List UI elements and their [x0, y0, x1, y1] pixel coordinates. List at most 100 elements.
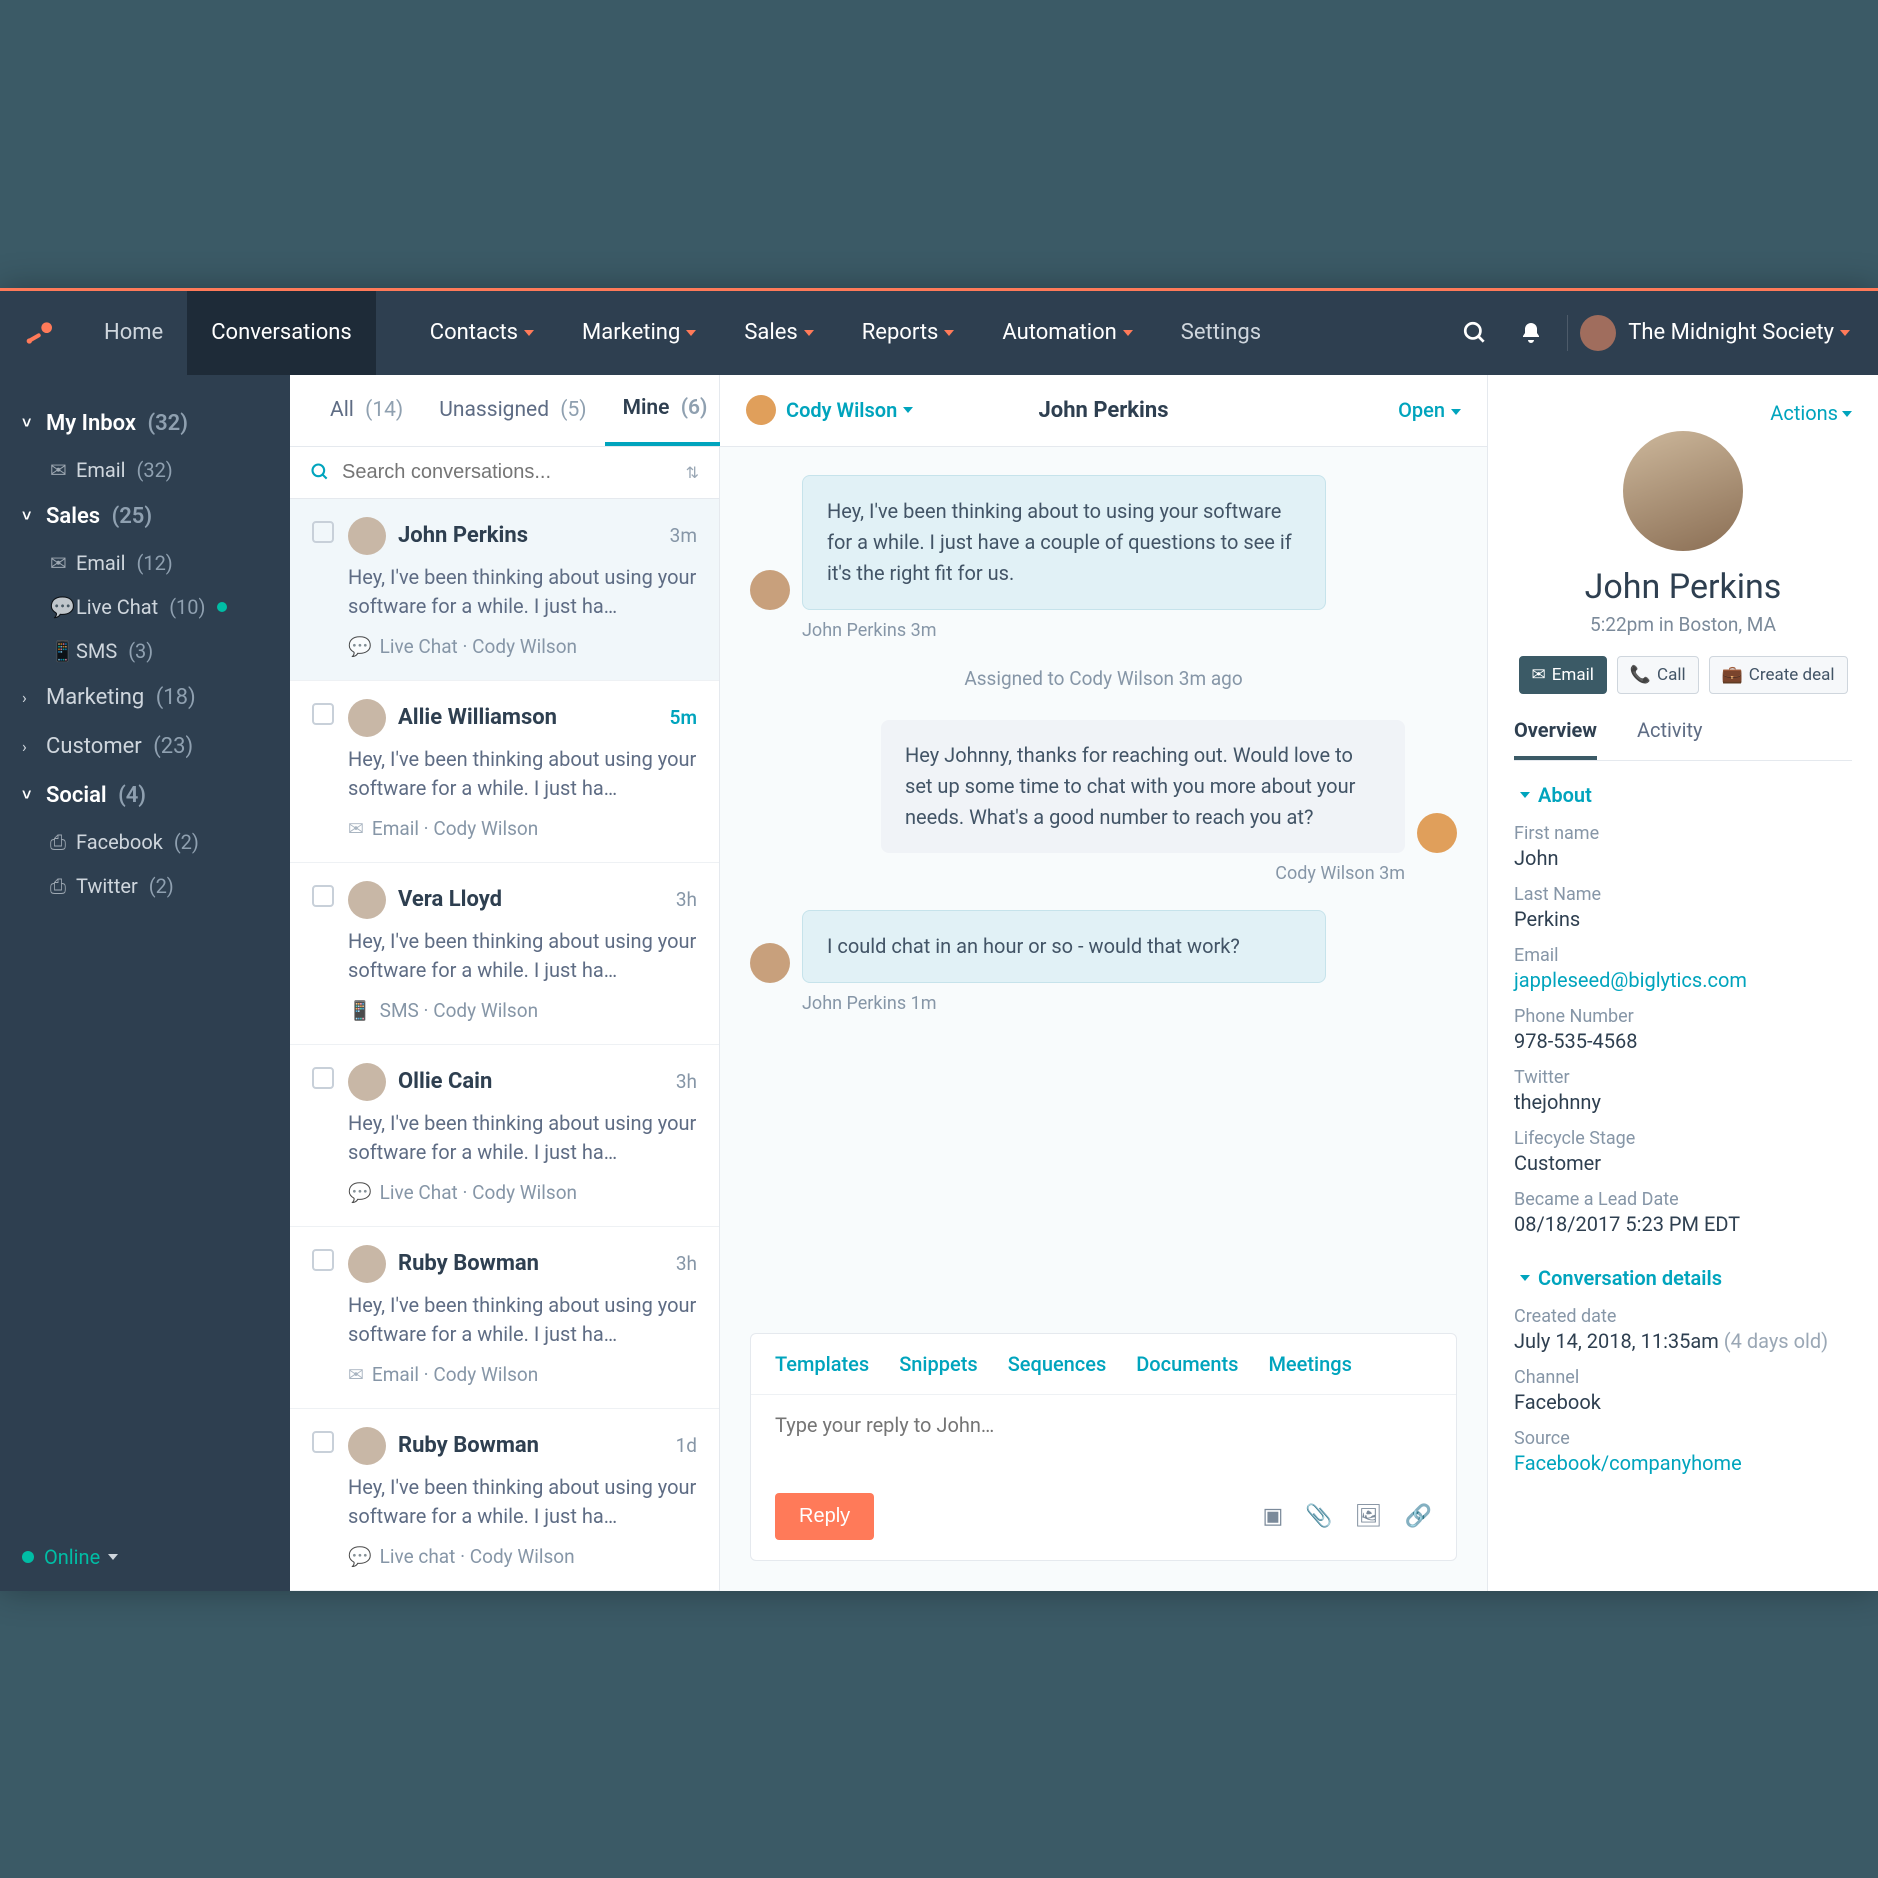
conversation-item[interactable]: Ruby Bowman 1d Hey, I've been thinking a… — [290, 1409, 719, 1591]
reply-button[interactable]: Reply — [775, 1493, 874, 1540]
call-button[interactable]: 📞Call — [1617, 656, 1699, 694]
profile-tab-activity[interactable]: Activity — [1637, 718, 1702, 760]
avatar — [1623, 431, 1743, 551]
nav-conversations[interactable]: Conversations — [187, 291, 376, 375]
sidebar-group[interactable]: ˅Sales (25) — [0, 492, 290, 541]
status-label: Online — [44, 1545, 100, 1569]
field-label: Lifecycle Stage — [1514, 1128, 1852, 1149]
conversation-meta: 💬Live chat · Cody Wilson — [348, 1545, 697, 1568]
sidebar-group-count: (23) — [153, 734, 193, 759]
field-label: Twitter — [1514, 1067, 1852, 1088]
avatar — [348, 699, 386, 737]
chevron-down-icon — [1842, 411, 1852, 417]
insert-link-icon[interactable]: 🔗 — [1405, 1504, 1432, 1529]
nav-settings[interactable]: Settings — [1157, 291, 1285, 375]
message-list: Hey, I've been thinking about to using y… — [720, 447, 1487, 1317]
insert-image-icon[interactable]: 🖼 — [1355, 1504, 1383, 1529]
field-value: Customer — [1514, 1151, 1852, 1175]
field-value-email[interactable]: jappleseed@biglytics.com — [1514, 968, 1852, 992]
nav-sales[interactable]: Sales — [720, 291, 837, 375]
sidebar-group[interactable]: ˅Social (4) — [0, 771, 290, 820]
field-label: Source — [1514, 1428, 1852, 1449]
attach-icon[interactable]: 📎 — [1305, 1504, 1332, 1529]
tab-all[interactable]: All (14) — [312, 375, 421, 446]
nav-reports[interactable]: Reports — [838, 291, 979, 375]
sidebar-group-count: (25) — [112, 504, 153, 529]
composer-tab-snippets[interactable]: Snippets — [899, 1352, 978, 1376]
status-online[interactable]: Online — [0, 1523, 290, 1591]
tab-mine[interactable]: Mine (6) — [605, 375, 726, 446]
contact-name: Ollie Cain — [398, 1069, 492, 1094]
create-deal-button[interactable]: 💼Create deal — [1709, 656, 1848, 694]
conversation-item[interactable]: Vera Lloyd 3h Hey, I've been thinking ab… — [290, 863, 719, 1045]
sidebar-group-label: My Inbox — [46, 411, 136, 436]
nav-home[interactable]: Home — [80, 291, 187, 375]
conversation-item[interactable]: Ollie Cain 3h Hey, I've been thinking ab… — [290, 1045, 719, 1227]
message-preview: Hey, I've been thinking about using your… — [348, 745, 697, 803]
field-value-source[interactable]: Facebook/companyhome — [1514, 1451, 1852, 1475]
sidebar-item[interactable]: ⎙Facebook (2) — [0, 820, 290, 864]
conversation-item[interactable]: John Perkins 3m Hey, I've been thinking … — [290, 499, 719, 681]
nav-marketing[interactable]: Marketing — [558, 291, 720, 375]
checkbox[interactable] — [312, 703, 334, 725]
section-about[interactable]: About — [1514, 783, 1852, 807]
avatar — [746, 395, 776, 425]
email-button[interactable]: ✉Email — [1519, 656, 1607, 694]
message-preview: Hey, I've been thinking about using your… — [348, 1291, 697, 1349]
channel-icon: 💬 — [348, 635, 372, 658]
status-dot-icon — [22, 1551, 34, 1563]
sidebar-group-count: (4) — [118, 783, 146, 808]
message-preview: Hey, I've been thinking about using your… — [348, 927, 697, 985]
conversation-item[interactable]: Ruby Bowman 3h Hey, I've been thinking a… — [290, 1227, 719, 1409]
message-meta: John Perkins 1m — [802, 993, 1457, 1014]
assignee-name: Cody Wilson — [786, 398, 897, 422]
profile-tab-overview[interactable]: Overview — [1514, 718, 1597, 760]
assignee-selector[interactable]: Cody Wilson — [746, 395, 913, 425]
nav-contacts[interactable]: Contacts — [406, 291, 558, 375]
sidebar-item[interactable]: ⎙Twitter (2) — [0, 864, 290, 908]
sidebar-item[interactable]: 💬Live Chat (10) — [0, 585, 290, 629]
nav-automation[interactable]: Automation — [978, 291, 1156, 375]
conversation-item[interactable]: Allie Williamson 5m Hey, I've been think… — [290, 681, 719, 863]
sidebar-item[interactable]: 📱SMS (3) — [0, 629, 290, 673]
sidebar-item[interactable]: ✉Email (12) — [0, 541, 290, 585]
sort-icon[interactable]: ⇅ — [686, 463, 699, 482]
sidebar-group[interactable]: ˅My Inbox (32) — [0, 399, 290, 448]
hubspot-logo-icon[interactable] — [0, 317, 80, 349]
profile-actions-dropdown[interactable]: Actions — [1770, 401, 1852, 425]
chevron-down-icon — [524, 330, 534, 336]
avatar — [750, 943, 790, 983]
conversation-meta: 💬Live Chat · Cody Wilson — [348, 635, 697, 658]
insert-kb-icon[interactable]: ▣ — [1262, 1504, 1283, 1529]
channel-icon: 💬 — [348, 1545, 372, 1568]
composer-tab-meetings[interactable]: Meetings — [1268, 1352, 1351, 1376]
timestamp: 3m — [670, 524, 697, 547]
search-input[interactable] — [342, 461, 686, 484]
chevron-down-icon — [1451, 409, 1461, 415]
composer-tab-templates[interactable]: Templates — [775, 1352, 869, 1376]
composer-tab-sequences[interactable]: Sequences — [1008, 1352, 1107, 1376]
message-bubble: Hey, I've been thinking about to using y… — [802, 475, 1326, 610]
reply-composer: Templates Snippets Sequences Documents M… — [750, 1333, 1457, 1561]
composer-tab-documents[interactable]: Documents — [1136, 1352, 1238, 1376]
sidebar-group[interactable]: ›Marketing (18) — [0, 673, 290, 722]
reply-input[interactable] — [751, 1395, 1456, 1475]
sidebar-item[interactable]: ✉Email (32) — [0, 448, 290, 492]
search-icon[interactable] — [1447, 320, 1503, 346]
checkbox[interactable] — [312, 885, 334, 907]
sidebar-group[interactable]: ›Customer (23) — [0, 722, 290, 771]
thread-status-dropdown[interactable]: Open — [1398, 398, 1461, 422]
checkbox[interactable] — [312, 521, 334, 543]
checkbox[interactable] — [312, 1249, 334, 1271]
avatar — [750, 570, 790, 610]
timestamp: 5m — [664, 706, 697, 729]
checkbox[interactable] — [312, 1431, 334, 1453]
account-menu[interactable]: The Midnight Society — [1567, 315, 1878, 351]
notifications-icon[interactable] — [1503, 321, 1559, 345]
checkbox[interactable] — [312, 1067, 334, 1089]
field-label: Channel — [1514, 1367, 1852, 1388]
sidebar-item-count: (3) — [128, 639, 153, 663]
section-conversation-details[interactable]: Conversation details — [1514, 1266, 1852, 1290]
tab-unassigned[interactable]: Unassigned (5) — [421, 375, 604, 446]
deal-icon: 💼 — [1722, 665, 1743, 685]
